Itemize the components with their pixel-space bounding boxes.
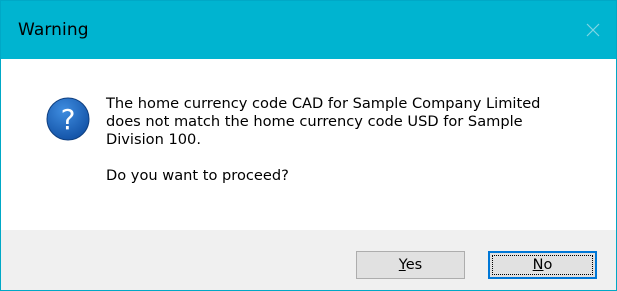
button-bar: Yes No (1, 230, 616, 290)
focus-indicator (492, 255, 593, 275)
yes-button[interactable]: Yes (356, 251, 465, 279)
window-title: Warning (18, 20, 89, 40)
close-button[interactable] (570, 1, 616, 59)
yes-button-label: Yes (398, 257, 423, 273)
question-glyph: ? (61, 103, 76, 136)
message-body: The home currency code CAD for Sample Co… (106, 95, 541, 148)
title-bar[interactable]: Warning (1, 1, 616, 59)
message-area: The home currency code CAD for Sample Co… (106, 95, 586, 185)
close-icon (586, 23, 600, 37)
no-button[interactable]: No (488, 251, 597, 279)
warning-dialog: Warning ? The home currency code CAD for… (0, 0, 617, 291)
question-icon: ? (46, 97, 90, 141)
message-question: Do you want to proceed? (106, 167, 289, 184)
